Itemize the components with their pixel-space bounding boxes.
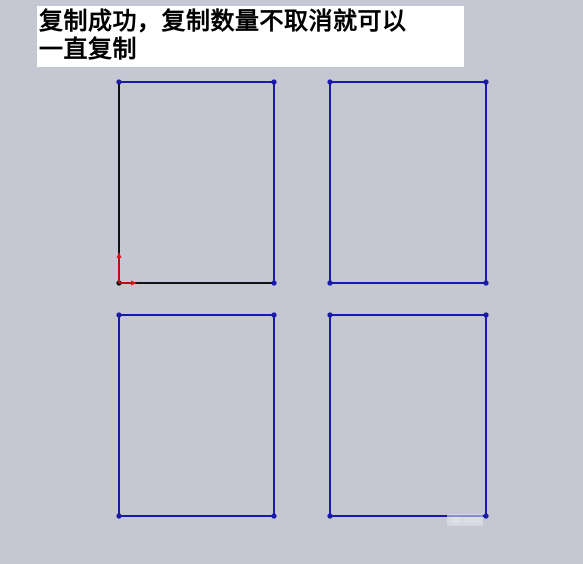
rect4-vertex-top-left[interactable] xyxy=(327,312,333,318)
rect1-vertex-bottom-right[interactable] xyxy=(271,280,277,286)
rect3-vertex-bottom-left[interactable] xyxy=(116,513,122,519)
rect2-vertex-top-right[interactable] xyxy=(483,79,489,85)
rect2-vertex-top-left[interactable] xyxy=(327,79,333,85)
rect2-vertex-bottom-left[interactable] xyxy=(327,280,333,286)
rect4-vertex-bottom-left[interactable] xyxy=(327,513,333,519)
rect3-vertex-top-right[interactable] xyxy=(271,312,277,318)
rect3-vertex-top-left[interactable] xyxy=(116,312,122,318)
sketch-rectangle-copy-3[interactable] xyxy=(327,312,489,519)
rect2-vertex-bottom-right[interactable] xyxy=(483,280,489,286)
sketch-rectangle-copy-2[interactable] xyxy=(116,312,277,519)
sketch-rectangle-original[interactable] xyxy=(116,79,277,286)
rect4-vertex-top-right[interactable] xyxy=(483,312,489,318)
origin-axis-icon xyxy=(116,252,137,286)
rect1-vertex-top-left[interactable] xyxy=(116,79,122,85)
rect1-vertex-top-right[interactable] xyxy=(271,79,277,85)
sketch-canvas[interactable] xyxy=(0,0,583,564)
watermark-icon xyxy=(447,514,483,526)
sketch-rectangle-copy-1[interactable] xyxy=(327,79,489,286)
rect3-vertex-bottom-right[interactable] xyxy=(271,513,277,519)
rect4-vertex-bottom-right[interactable] xyxy=(483,513,489,519)
